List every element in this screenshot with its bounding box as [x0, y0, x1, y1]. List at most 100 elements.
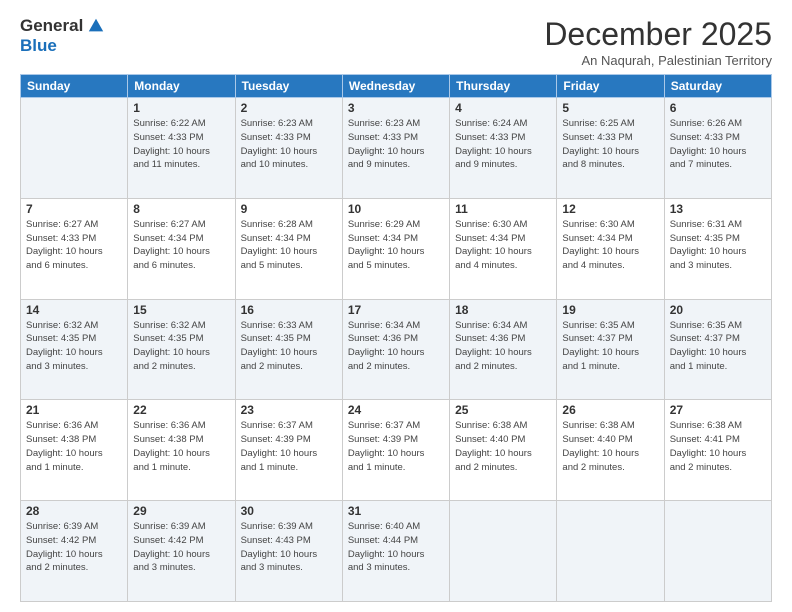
day-number: 22 [133, 403, 229, 417]
calendar-cell: 4 Sunrise: 6:24 AMSunset: 4:33 PMDaylight… [450, 98, 557, 199]
day-number: 25 [455, 403, 551, 417]
page: General Blue December 2025 An Naqurah, P… [0, 0, 792, 612]
day-info: Sunrise: 6:27 AMSunset: 4:34 PMDaylight:… [133, 218, 229, 273]
day-header-tuesday: Tuesday [235, 75, 342, 98]
day-info: Sunrise: 6:39 AMSunset: 4:43 PMDaylight:… [241, 520, 337, 575]
day-info: Sunrise: 6:24 AMSunset: 4:33 PMDaylight:… [455, 117, 551, 172]
calendar-cell: 5 Sunrise: 6:25 AMSunset: 4:33 PMDaylight… [557, 98, 664, 199]
calendar-cell: 24 Sunrise: 6:37 AMSunset: 4:39 PMDayligh… [342, 400, 449, 501]
title-area: December 2025 An Naqurah, Palestinian Te… [544, 16, 772, 68]
calendar-cell: 17 Sunrise: 6:34 AMSunset: 4:36 PMDayligh… [342, 299, 449, 400]
calendar-cell: 23 Sunrise: 6:37 AMSunset: 4:39 PMDayligh… [235, 400, 342, 501]
day-info: Sunrise: 6:23 AMSunset: 4:33 PMDaylight:… [241, 117, 337, 172]
day-info: Sunrise: 6:25 AMSunset: 4:33 PMDaylight:… [562, 117, 658, 172]
day-info: Sunrise: 6:38 AMSunset: 4:40 PMDaylight:… [562, 419, 658, 474]
day-number: 10 [348, 202, 444, 216]
day-number: 1 [133, 101, 229, 115]
day-number: 13 [670, 202, 766, 216]
calendar-cell: 10 Sunrise: 6:29 AMSunset: 4:34 PMDayligh… [342, 198, 449, 299]
day-number: 21 [26, 403, 122, 417]
day-info: Sunrise: 6:38 AMSunset: 4:40 PMDaylight:… [455, 419, 551, 474]
week-row-3: 14 Sunrise: 6:32 AMSunset: 4:35 PMDayligh… [21, 299, 772, 400]
calendar-cell [21, 98, 128, 199]
logo-icon [87, 17, 105, 35]
week-row-5: 28 Sunrise: 6:39 AMSunset: 4:42 PMDayligh… [21, 501, 772, 602]
day-info: Sunrise: 6:34 AMSunset: 4:36 PMDaylight:… [455, 319, 551, 374]
day-number: 8 [133, 202, 229, 216]
calendar-cell: 28 Sunrise: 6:39 AMSunset: 4:42 PMDayligh… [21, 501, 128, 602]
day-number: 7 [26, 202, 122, 216]
calendar-cell: 18Sunrise: 6:34 AMSunset: 4:36 PMDayligh… [450, 299, 557, 400]
week-row-1: 1Sunrise: 6:22 AMSunset: 4:33 PMDaylight… [21, 98, 772, 199]
calendar-cell: 1Sunrise: 6:22 AMSunset: 4:33 PMDaylight… [128, 98, 235, 199]
day-number: 12 [562, 202, 658, 216]
calendar-cell [664, 501, 771, 602]
calendar-cell: 8 Sunrise: 6:27 AMSunset: 4:34 PMDaylight… [128, 198, 235, 299]
day-info: Sunrise: 6:36 AMSunset: 4:38 PMDaylight:… [26, 419, 122, 474]
logo-blue: Blue [20, 36, 57, 56]
calendar-cell: 30 Sunrise: 6:39 AMSunset: 4:43 PMDayligh… [235, 501, 342, 602]
calendar-cell: 3 Sunrise: 6:23 AMSunset: 4:33 PMDaylight… [342, 98, 449, 199]
day-info: Sunrise: 6:23 AMSunset: 4:33 PMDaylight:… [348, 117, 444, 172]
day-number: 16 [241, 303, 337, 317]
day-info: Sunrise: 6:29 AMSunset: 4:34 PMDaylight:… [348, 218, 444, 273]
day-header-saturday: Saturday [664, 75, 771, 98]
day-number: 3 [348, 101, 444, 115]
day-info: Sunrise: 6:26 AMSunset: 4:33 PMDaylight:… [670, 117, 766, 172]
day-header-sunday: Sunday [21, 75, 128, 98]
day-info: Sunrise: 6:34 AMSunset: 4:36 PMDaylight:… [348, 319, 444, 374]
day-number: 14 [26, 303, 122, 317]
day-info: Sunrise: 6:37 AMSunset: 4:39 PMDaylight:… [348, 419, 444, 474]
day-number: 11 [455, 202, 551, 216]
day-info: Sunrise: 6:39 AMSunset: 4:42 PMDaylight:… [133, 520, 229, 575]
day-info: Sunrise: 6:36 AMSunset: 4:38 PMDaylight:… [133, 419, 229, 474]
day-info: Sunrise: 6:32 AMSunset: 4:35 PMDaylight:… [26, 319, 122, 374]
day-number: 26 [562, 403, 658, 417]
day-number: 4 [455, 101, 551, 115]
week-row-2: 7 Sunrise: 6:27 AMSunset: 4:33 PMDaylight… [21, 198, 772, 299]
day-info: Sunrise: 6:30 AMSunset: 4:34 PMDaylight:… [455, 218, 551, 273]
day-number: 17 [348, 303, 444, 317]
day-number: 28 [26, 504, 122, 518]
calendar-cell: 7 Sunrise: 6:27 AMSunset: 4:33 PMDaylight… [21, 198, 128, 299]
day-info: Sunrise: 6:28 AMSunset: 4:34 PMDaylight:… [241, 218, 337, 273]
day-number: 5 [562, 101, 658, 115]
day-info: Sunrise: 6:31 AMSunset: 4:35 PMDaylight:… [670, 218, 766, 273]
calendar-cell: 19 Sunrise: 6:35 AMSunset: 4:37 PMDayligh… [557, 299, 664, 400]
day-number: 27 [670, 403, 766, 417]
day-number: 23 [241, 403, 337, 417]
logo-general: General [20, 16, 83, 36]
day-header-thursday: Thursday [450, 75, 557, 98]
day-header-monday: Monday [128, 75, 235, 98]
calendar-cell: 21 Sunrise: 6:36 AMSunset: 4:38 PMDayligh… [21, 400, 128, 501]
calendar-cell [557, 501, 664, 602]
logo: General Blue [20, 16, 105, 56]
week-row-4: 21 Sunrise: 6:36 AMSunset: 4:38 PMDayligh… [21, 400, 772, 501]
day-info: Sunrise: 6:37 AMSunset: 4:39 PMDaylight:… [241, 419, 337, 474]
day-info: Sunrise: 6:27 AMSunset: 4:33 PMDaylight:… [26, 218, 122, 273]
header: General Blue December 2025 An Naqurah, P… [20, 16, 772, 68]
calendar-cell: 13 Sunrise: 6:31 AMSunset: 4:35 PMDayligh… [664, 198, 771, 299]
day-number: 24 [348, 403, 444, 417]
day-info: Sunrise: 6:30 AMSunset: 4:34 PMDaylight:… [562, 218, 658, 273]
day-number: 15 [133, 303, 229, 317]
calendar-cell: 12 Sunrise: 6:30 AMSunset: 4:34 PMDayligh… [557, 198, 664, 299]
calendar-cell: 27Sunrise: 6:38 AMSunset: 4:41 PMDayligh… [664, 400, 771, 501]
day-info: Sunrise: 6:39 AMSunset: 4:42 PMDaylight:… [26, 520, 122, 575]
day-info: Sunrise: 6:33 AMSunset: 4:35 PMDaylight:… [241, 319, 337, 374]
calendar-cell: 15 Sunrise: 6:32 AMSunset: 4:35 PMDayligh… [128, 299, 235, 400]
day-number: 30 [241, 504, 337, 518]
day-header-friday: Friday [557, 75, 664, 98]
subtitle: An Naqurah, Palestinian Territory [544, 53, 772, 68]
calendar-cell: 16 Sunrise: 6:33 AMSunset: 4:35 PMDayligh… [235, 299, 342, 400]
calendar: SundayMondayTuesdayWednesdayThursdayFrid… [20, 74, 772, 602]
header-row: SundayMondayTuesdayWednesdayThursdayFrid… [21, 75, 772, 98]
day-header-wednesday: Wednesday [342, 75, 449, 98]
day-number: 9 [241, 202, 337, 216]
day-info: Sunrise: 6:32 AMSunset: 4:35 PMDaylight:… [133, 319, 229, 374]
calendar-cell: 14 Sunrise: 6:32 AMSunset: 4:35 PMDayligh… [21, 299, 128, 400]
day-info: Sunrise: 6:35 AMSunset: 4:37 PMDaylight:… [562, 319, 658, 374]
day-number: 19 [562, 303, 658, 317]
calendar-cell: 26 Sunrise: 6:38 AMSunset: 4:40 PMDayligh… [557, 400, 664, 501]
calendar-cell: 22 Sunrise: 6:36 AMSunset: 4:38 PMDayligh… [128, 400, 235, 501]
